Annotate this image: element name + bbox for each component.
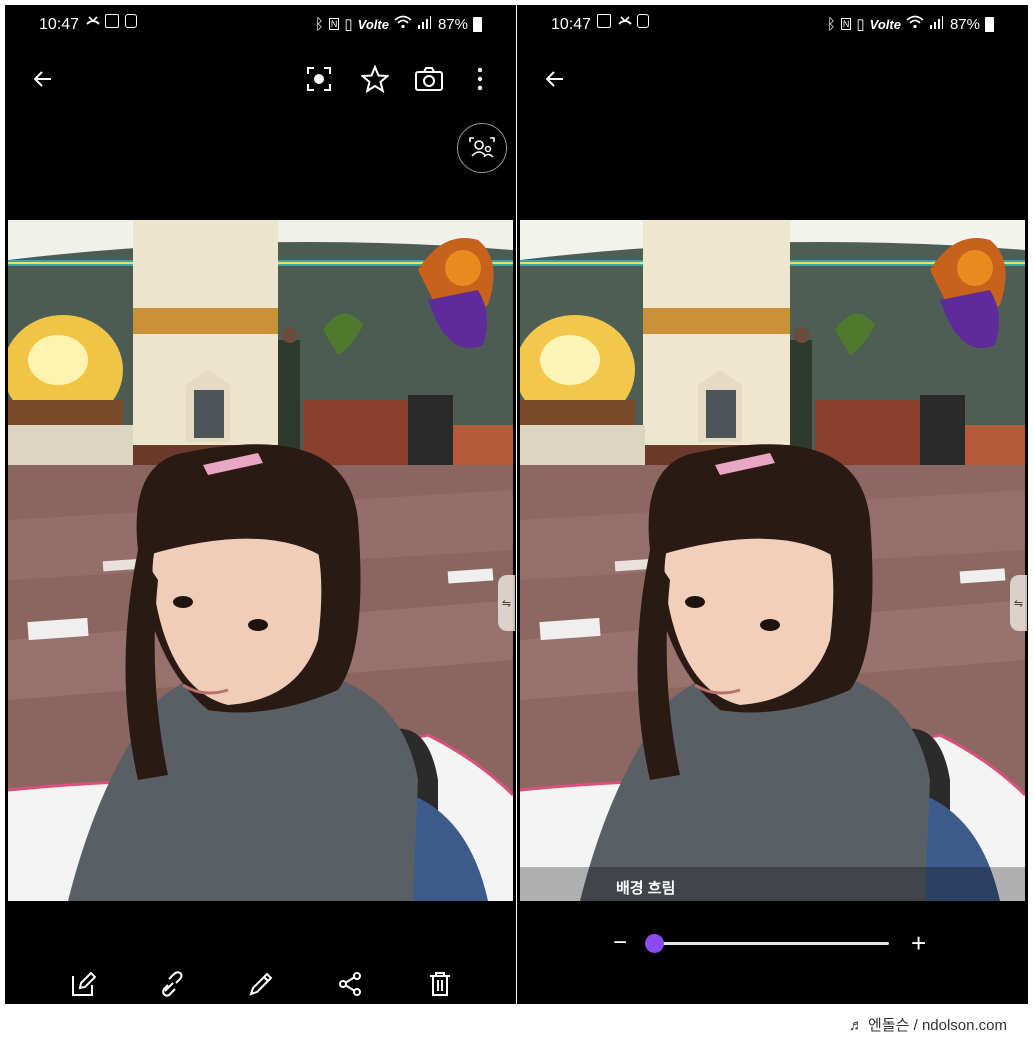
editor-toolbar	[517, 57, 1028, 103]
signal-icon	[929, 15, 943, 33]
missed-call-icon	[85, 14, 100, 28]
photo-blurred: 배경 흐림	[520, 220, 1025, 901]
wifi-icon	[394, 15, 412, 33]
missed-call-icon	[617, 14, 632, 28]
left-screen: 10:47 ᛒ N ▯ Volte 87%	[5, 5, 516, 1004]
bluetooth-icon: ᛒ	[314, 15, 324, 33]
vibrate-icon: ▯	[344, 16, 353, 33]
status-time: 10:47	[551, 16, 592, 33]
back-arrow-icon[interactable]	[533, 57, 577, 101]
volte-icon: Volte	[869, 16, 901, 32]
blur-slider: − +	[517, 930, 1028, 960]
bluetooth-icon: ᛒ	[826, 15, 836, 33]
battery-percent: 87%	[949, 15, 980, 33]
vibrate-icon: ▯	[856, 16, 865, 33]
battery-icon	[985, 16, 994, 32]
system-icons: ᛒ N ▯ Volte 87%	[315, 15, 482, 33]
share-icon[interactable]	[330, 964, 370, 1004]
battery-icon	[473, 16, 482, 32]
nfc-icon: N	[840, 18, 852, 30]
lock-icon	[125, 14, 137, 28]
photo-original	[8, 220, 513, 901]
background-blur-label-bar: 배경 흐림	[520, 867, 1025, 901]
viewer-bottom-bar	[5, 958, 516, 1004]
draw-icon[interactable]	[241, 964, 281, 1004]
status-bar: 10:47 ᛒ N ▯ Volte 87%	[517, 5, 1028, 43]
slider-track[interactable]	[653, 942, 889, 945]
system-icons: ᛒ N ▯ Volte 87%	[827, 15, 994, 33]
slider-thumb[interactable]	[645, 934, 664, 953]
lock-icon	[637, 14, 649, 28]
gallery-icon	[105, 14, 119, 28]
compare-arrows-icon: ⇋	[501, 597, 512, 610]
viewer-toolbar	[5, 57, 516, 103]
slider-minus-button[interactable]: −	[613, 931, 627, 955]
nfc-icon: N	[328, 18, 340, 30]
signal-icon	[417, 15, 431, 33]
status-time: 10:47	[39, 16, 80, 33]
battery-percent: 87%	[437, 15, 468, 33]
gallery-icon	[597, 14, 611, 28]
wifi-icon	[906, 15, 924, 33]
background-blur-label: 배경 흐림	[616, 880, 676, 897]
slider-plus-button[interactable]: +	[911, 930, 926, 956]
right-screen: 10:47 ᛒ N ▯ Volte 87% 배경 흐림 − +	[517, 5, 1028, 1004]
compare-handle-right[interactable]: ⇋	[1010, 575, 1027, 631]
notification-icons	[597, 14, 649, 28]
volte-icon: Volte	[357, 16, 389, 32]
notification-icons	[85, 14, 137, 28]
live-focus-icon[interactable]	[297, 57, 341, 101]
star-icon[interactable]	[353, 57, 397, 101]
status-bar: 10:47 ᛒ N ▯ Volte 87%	[5, 5, 516, 43]
camera-icon[interactable]	[407, 57, 451, 101]
back-arrow-icon[interactable]	[21, 57, 65, 101]
link-icon[interactable]	[152, 964, 192, 1004]
portrait-focus-icon[interactable]	[457, 123, 507, 173]
compare-arrows-icon: ⇋	[1013, 597, 1024, 610]
more-vertical-icon[interactable]	[458, 57, 502, 101]
edit-icon[interactable]	[63, 964, 103, 1004]
compare-handle-left[interactable]: ⇋	[498, 575, 515, 631]
watermark-credit: ♬ 엔돌슨 / ndolson.com	[848, 1017, 1007, 1034]
delete-icon[interactable]	[420, 964, 460, 1004]
